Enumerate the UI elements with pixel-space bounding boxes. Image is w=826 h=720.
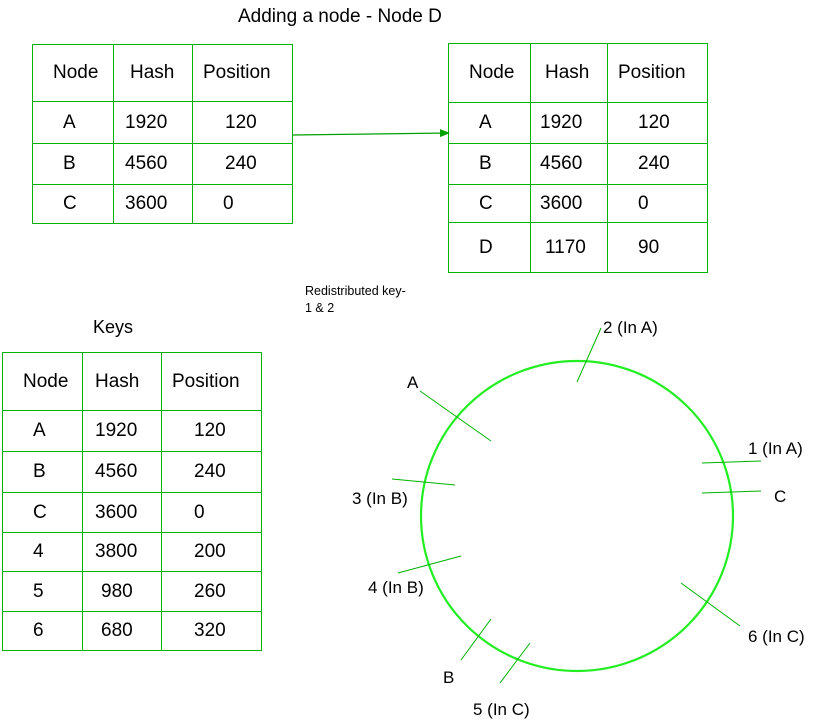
transition-arrow bbox=[291, 129, 450, 138]
hash-ring bbox=[419, 359, 735, 673]
ring-label-key-1: 1 (In A) bbox=[748, 439, 803, 458]
ring-marker-key-6 bbox=[680, 582, 741, 627]
ring-label-key-3: 3 (In B) bbox=[352, 489, 408, 508]
ring-label-node-c: C bbox=[774, 487, 787, 506]
diagram-drawing bbox=[291, 129, 762, 684]
ring-label-key-2: 2 (In A) bbox=[603, 318, 658, 337]
ring-marker-key-2 bbox=[576, 327, 602, 383]
ring-label-key-4: 4 (In B) bbox=[368, 578, 424, 597]
ring-marker-key-4 bbox=[397, 555, 462, 574]
ring-marker-key-1 bbox=[701, 460, 762, 464]
ring-label-node-b: B bbox=[443, 668, 455, 687]
ring-label-key-6: 6 (In C) bbox=[748, 627, 805, 646]
ring-marker-node-a bbox=[419, 390, 492, 442]
ring-label-node-a: A bbox=[407, 373, 419, 392]
ring-label-key-5: 5 (In C) bbox=[473, 700, 530, 719]
